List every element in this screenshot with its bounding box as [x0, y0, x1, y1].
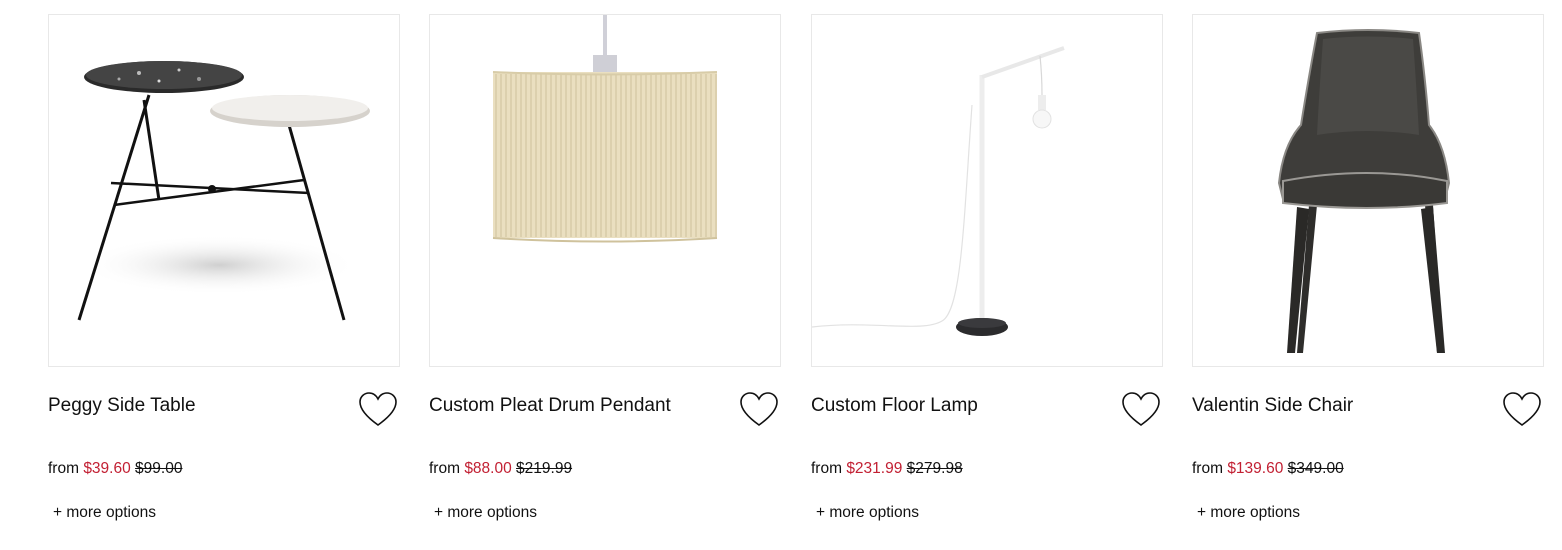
sale-price: $231.99 [846, 460, 903, 477]
product-title[interactable]: Custom Pleat Drum Pendant [429, 394, 781, 418]
floor-lamp-image [812, 46, 1065, 336]
heart-icon[interactable] [1121, 391, 1161, 429]
more-options-link[interactable]: + more options [53, 504, 156, 522]
heart-icon[interactable] [358, 391, 398, 429]
product-image-side-chair[interactable] [1192, 14, 1544, 367]
product-image-pendant[interactable] [429, 14, 781, 367]
heart-icon[interactable] [739, 391, 779, 429]
price-prefix: from [1192, 460, 1223, 477]
product-price: from $88.00 $219.99 [429, 460, 572, 478]
product-card-custom-pleat-drum-pendant[interactable]: Custom Pleat Drum Pendant from $88.00 $2… [429, 14, 781, 521]
original-price: $349.00 [1287, 460, 1344, 477]
more-options-link[interactable]: + more options [816, 504, 919, 522]
product-title[interactable]: Valentin Side Chair [1192, 394, 1544, 418]
product-image-floor-lamp[interactable] [811, 14, 1163, 367]
sale-price: $39.60 [83, 460, 131, 477]
original-price: $99.00 [135, 460, 183, 477]
more-options-link[interactable]: + more options [1197, 504, 1300, 522]
product-title[interactable]: Peggy Side Table [48, 394, 400, 418]
sale-price: $139.60 [1227, 460, 1284, 477]
product-card-valentin-side-chair[interactable]: Valentin Side Chair from $139.60 $349.00… [1192, 14, 1544, 521]
product-card-custom-floor-lamp[interactable]: Custom Floor Lamp from $231.99 $279.98 +… [811, 14, 1163, 521]
product-card-peggy-side-table[interactable]: Peggy Side Table from $39.60 $99.00 + mo… [48, 14, 400, 521]
price-prefix: from [48, 460, 79, 477]
sale-price: $88.00 [464, 460, 512, 477]
product-price: from $139.60 $349.00 [1192, 460, 1344, 478]
product-image-side-table[interactable] [48, 14, 400, 367]
price-prefix: from [429, 460, 460, 477]
price-prefix: from [811, 460, 842, 477]
original-price: $279.98 [906, 460, 963, 477]
product-price: from $231.99 $279.98 [811, 460, 963, 478]
pendant-lamp-image [492, 15, 718, 243]
side-chair-image [1277, 29, 1451, 353]
heart-icon[interactable] [1502, 391, 1542, 429]
product-title[interactable]: Custom Floor Lamp [811, 394, 1163, 418]
more-options-link[interactable]: + more options [434, 504, 537, 522]
side-table-image [77, 61, 370, 321]
original-price: $219.99 [516, 460, 573, 477]
product-price: from $39.60 $99.00 [48, 460, 182, 478]
